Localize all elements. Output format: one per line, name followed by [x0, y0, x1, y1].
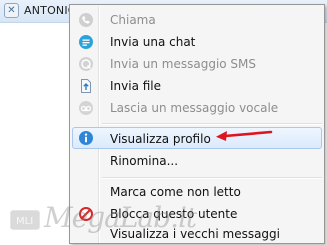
menu-item-call[interactable]: Chiama: [72, 9, 322, 31]
sms-icon: [79, 57, 93, 71]
chat-icon: [79, 35, 93, 49]
menu-separator: [102, 123, 322, 125]
menu-item-voicemail[interactable]: Lascia un messaggio vocale: [72, 97, 322, 119]
menu-item-send-file[interactable]: Invia file: [72, 75, 322, 97]
menu-item-label: Lascia un messaggio vocale: [110, 101, 279, 115]
phone-icon: [79, 13, 93, 27]
file-upload-icon: [81, 79, 91, 93]
menu-item-label: Visualizza profilo: [110, 132, 211, 146]
menu-separator: [102, 177, 322, 179]
menu-item-send-sms[interactable]: Invia un messaggio SMS: [72, 53, 322, 75]
watermark-text: MegaLab.it: [44, 201, 197, 234]
annotation-arrow-icon: [216, 130, 273, 141]
info-icon: [79, 131, 93, 145]
skype-contact-icon: ✕: [4, 3, 19, 18]
menu-item-label: Invia un messaggio SMS: [110, 57, 257, 71]
menu-item-label: Rinomina...: [110, 154, 179, 168]
svg-text:MLI: MLI: [16, 216, 33, 227]
menu-item-label: Chiama: [110, 13, 156, 27]
menu-item-send-chat[interactable]: Invia una chat: [72, 31, 322, 53]
menu-item-view-profile[interactable]: Visualizza profilo: [72, 127, 322, 149]
menu-item-label: Invia file: [110, 79, 162, 93]
menu-item-rename[interactable]: Rinomina...: [72, 150, 322, 172]
menu-item-label: Invia una chat: [110, 35, 196, 49]
voicemail-icon: [79, 101, 93, 115]
